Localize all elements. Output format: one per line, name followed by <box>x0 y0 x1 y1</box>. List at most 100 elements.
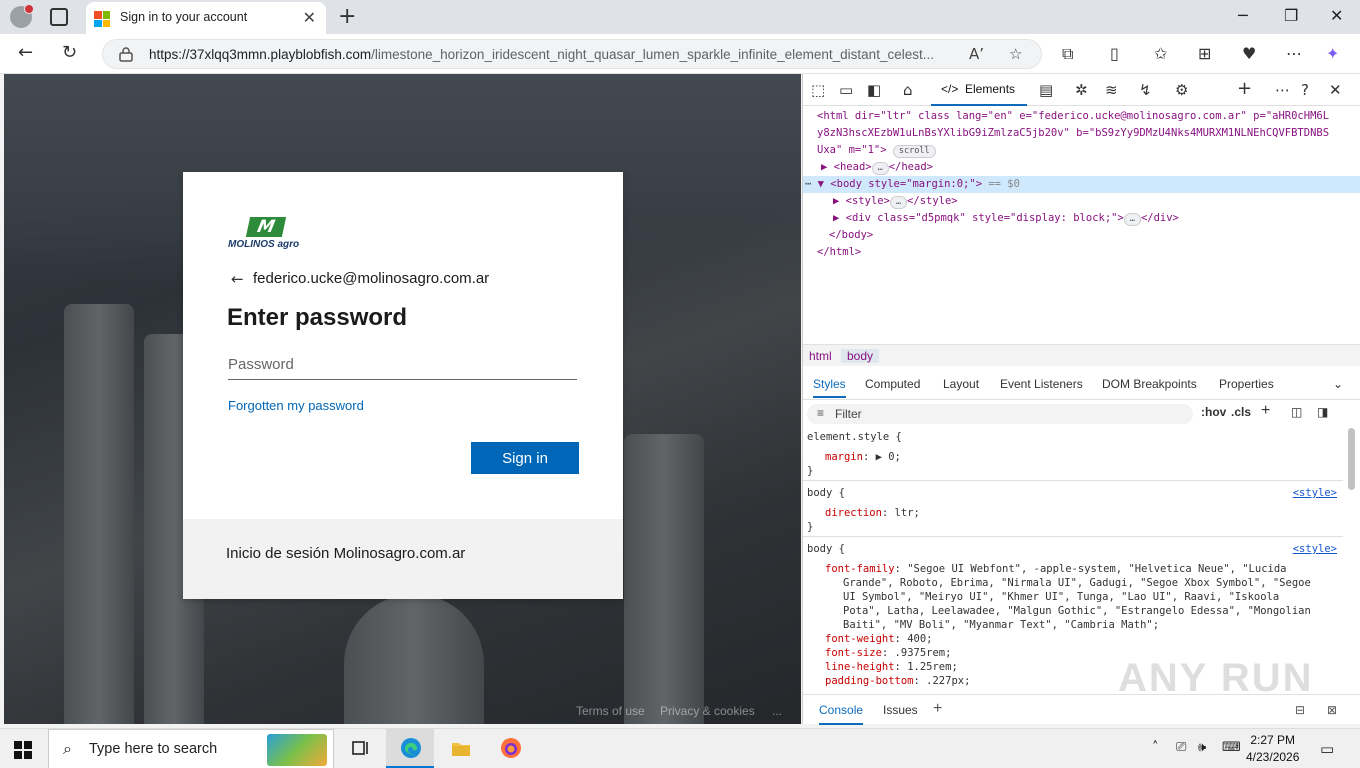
minimize-icon[interactable]: ─ <box>1238 6 1248 25</box>
console-icon[interactable]: ▤ <box>1039 81 1053 99</box>
styles-scrollbar[interactable] <box>1345 422 1357 684</box>
drawer-toggle-icon[interactable]: ⊠ <box>1327 703 1337 717</box>
taskbar-search-box[interactable]: ⌕ Type here to search <box>48 729 334 768</box>
breadcrumb-html[interactable]: html <box>809 349 832 363</box>
tab-dom-breakpoints[interactable]: DOM Breakpoints <box>1102 377 1197 391</box>
tab-computed[interactable]: Computed <box>865 377 920 391</box>
scroll-badge[interactable]: scroll <box>892 145 936 158</box>
help-icon[interactable]: ? <box>1301 81 1309 99</box>
password-field[interactable] <box>228 350 577 380</box>
style-declaration[interactable]: font-size: .9375rem; <box>825 646 951 660</box>
new-tab-button[interactable]: + <box>338 4 356 29</box>
chevron-up-icon[interactable]: ˄ <box>1152 740 1159 755</box>
network-icon[interactable]: ⎚ <box>1176 740 1186 755</box>
more-tools-plus-icon[interactable]: + <box>1237 78 1252 99</box>
style-declaration[interactable]: line-height: 1.25rem; <box>825 660 958 674</box>
inspect-element-icon[interactable]: ⬚ <box>811 81 825 99</box>
rule-selector[interactable]: body { <box>807 486 845 500</box>
undock-drawer-icon[interactable]: ⊟ <box>1295 703 1305 717</box>
terms-link[interactable]: Terms of use <box>576 704 645 718</box>
split-screen-icon[interactable]: ▯ <box>1110 44 1119 63</box>
sign-in-button[interactable]: Sign in <box>471 442 579 474</box>
favorite-star-icon[interactable]: ☆ <box>1009 45 1022 63</box>
tab-sign-in[interactable]: Sign in to your account ✕ <box>86 2 326 34</box>
refresh-icon[interactable]: ↻ <box>62 42 77 63</box>
style-declaration[interactable]: font-family: "Segoe UI Webfont", -apple-… <box>825 562 1286 576</box>
extensions-icon[interactable]: ⧉ <box>1062 44 1073 64</box>
style-declaration[interactable]: padding-bottom: .227px; <box>825 674 970 688</box>
system-clock[interactable]: 2:27 PM 4/23/2026 <box>1246 732 1299 766</box>
drawer-add-tab-button[interactable]: + <box>933 700 942 718</box>
tab-event-listeners[interactable]: Event Listeners <box>1000 377 1083 391</box>
performance-icon[interactable]: ↯ <box>1139 81 1152 99</box>
tab-title: Sign in to your account <box>120 10 248 24</box>
privacy-link[interactable]: Privacy & cookies <box>660 704 755 718</box>
url-text[interactable]: https://37xlqq3mmn.playblobfish.com/lime… <box>149 47 959 62</box>
keyboard-language-icon[interactable]: ⌨ <box>1222 740 1241 755</box>
devtools-panel: ⬚ ▭ ◧ ⌂ </> Elements ▤ ✲ ≋ ↯ ⚙ + ⋯ ? ✕ <… <box>802 74 1360 725</box>
styles-pane: element.style { margin: ▶ 0; } body { <s… <box>803 428 1343 690</box>
class-toggle[interactable]: .cls <box>1231 405 1251 419</box>
performance-icon[interactable]: ♥ <box>1242 44 1256 63</box>
tab-issues[interactable]: Issues <box>883 703 918 717</box>
devtools-more-icon[interactable]: ⋯ <box>1275 81 1290 99</box>
style-declaration[interactable]: font-weight: 400; <box>825 632 932 646</box>
notifications-icon[interactable]: ▭ <box>1320 740 1334 758</box>
file-explorer-icon[interactable] <box>436 729 484 768</box>
close-window-icon[interactable]: ✕ <box>1330 6 1343 25</box>
dom-node-style[interactable]: ▶ <style>… </style> <box>833 193 958 210</box>
device-emulation-icon[interactable]: ▭ <box>839 81 853 99</box>
volume-icon[interactable]: 🕪 <box>1198 740 1206 755</box>
tab-close-icon[interactable]: ✕ <box>303 8 316 27</box>
dock-side-icon[interactable]: ◧ <box>867 81 881 99</box>
breadcrumb-body[interactable]: body <box>841 349 880 363</box>
styles-subtabs: Styles Computed Layout Event Listeners D… <box>803 368 1360 400</box>
back-arrow-icon[interactable]: ← <box>231 270 244 288</box>
more-menu-icon[interactable]: ⋯ <box>1286 44 1302 63</box>
dom-node-html[interactable]: <html dir="ltr" class lang="en" e="feder… <box>817 108 1329 125</box>
tab-styles[interactable]: Styles <box>813 377 846 398</box>
rule-source-link[interactable]: <style> <box>1293 542 1337 556</box>
computed-sidebar-icon[interactable]: ◨ <box>1317 405 1328 419</box>
new-rule-plus-icon[interactable]: + <box>1261 402 1270 420</box>
read-aloud-icon[interactable]: A’ <box>969 45 984 63</box>
chevron-down-icon[interactable]: ⌄ <box>1333 377 1343 391</box>
settings-gear-icon[interactable]: ⚙ <box>1175 81 1188 99</box>
style-declaration[interactable]: direction: ltr; <box>825 506 920 520</box>
rule-selector[interactable]: body { <box>807 542 845 556</box>
tab-actions-icon[interactable] <box>50 8 68 26</box>
collections-icon[interactable]: ⊞ <box>1198 44 1211 63</box>
dom-node-body[interactable]: ⋯ ▼ <body style="margin:0;"> == $0 <box>805 176 1020 193</box>
rule-selector[interactable]: element.style { <box>807 430 902 444</box>
style-declaration-cont: Pota", Latha, Leelawadee, "Malgun Gothic… <box>843 605 1311 617</box>
element-state-icon[interactable]: ◫ <box>1291 405 1302 419</box>
windows-start-icon[interactable] <box>14 741 32 759</box>
dom-node-div[interactable]: ▶ <div class="d5pmqk" style="display: bl… <box>833 210 1179 227</box>
styles-filter-input[interactable]: ≡ Filter <box>807 404 1193 424</box>
sources-bug-icon[interactable]: ✲ <box>1075 81 1088 99</box>
profile-avatar[interactable] <box>10 4 34 28</box>
close-devtools-icon[interactable]: ✕ <box>1329 81 1342 99</box>
copilot-icon[interactable]: ✦ <box>1326 44 1339 63</box>
tab-elements[interactable]: </> Elements <box>931 74 1027 106</box>
dom-node-head[interactable]: ▶ <head>… </head> <box>821 159 933 176</box>
network-wifi-icon[interactable]: ≋ <box>1105 81 1118 99</box>
footer-more-button[interactable]: ... <box>772 704 782 718</box>
favorites-icon[interactable]: ✩ <box>1154 44 1167 63</box>
style-declaration[interactable]: margin: ▶ 0; <box>825 450 901 464</box>
firefox-icon[interactable] <box>486 729 534 768</box>
tab-layout[interactable]: Layout <box>943 377 979 391</box>
welcome-home-icon[interactable]: ⌂ <box>903 81 913 99</box>
address-bar[interactable]: https://37xlqq3mmn.playblobfish.com/lime… <box>102 39 1042 69</box>
hover-state-toggle[interactable]: :hov <box>1201 405 1226 419</box>
edge-taskbar-icon[interactable] <box>386 729 434 768</box>
rule-source-link[interactable]: <style> <box>1293 486 1337 500</box>
maximize-icon[interactable]: ❐ <box>1284 6 1298 25</box>
scrollbar-thumb[interactable] <box>1348 428 1355 490</box>
forgot-password-link[interactable]: Forgotten my password <box>228 398 364 413</box>
task-view-icon[interactable] <box>336 729 384 768</box>
account-identity[interactable]: federico.ucke@molinosagro.com.ar <box>253 270 489 287</box>
tab-console[interactable]: Console <box>819 703 864 725</box>
tab-properties[interactable]: Properties <box>1219 377 1274 391</box>
back-icon[interactable]: ← <box>18 42 33 63</box>
